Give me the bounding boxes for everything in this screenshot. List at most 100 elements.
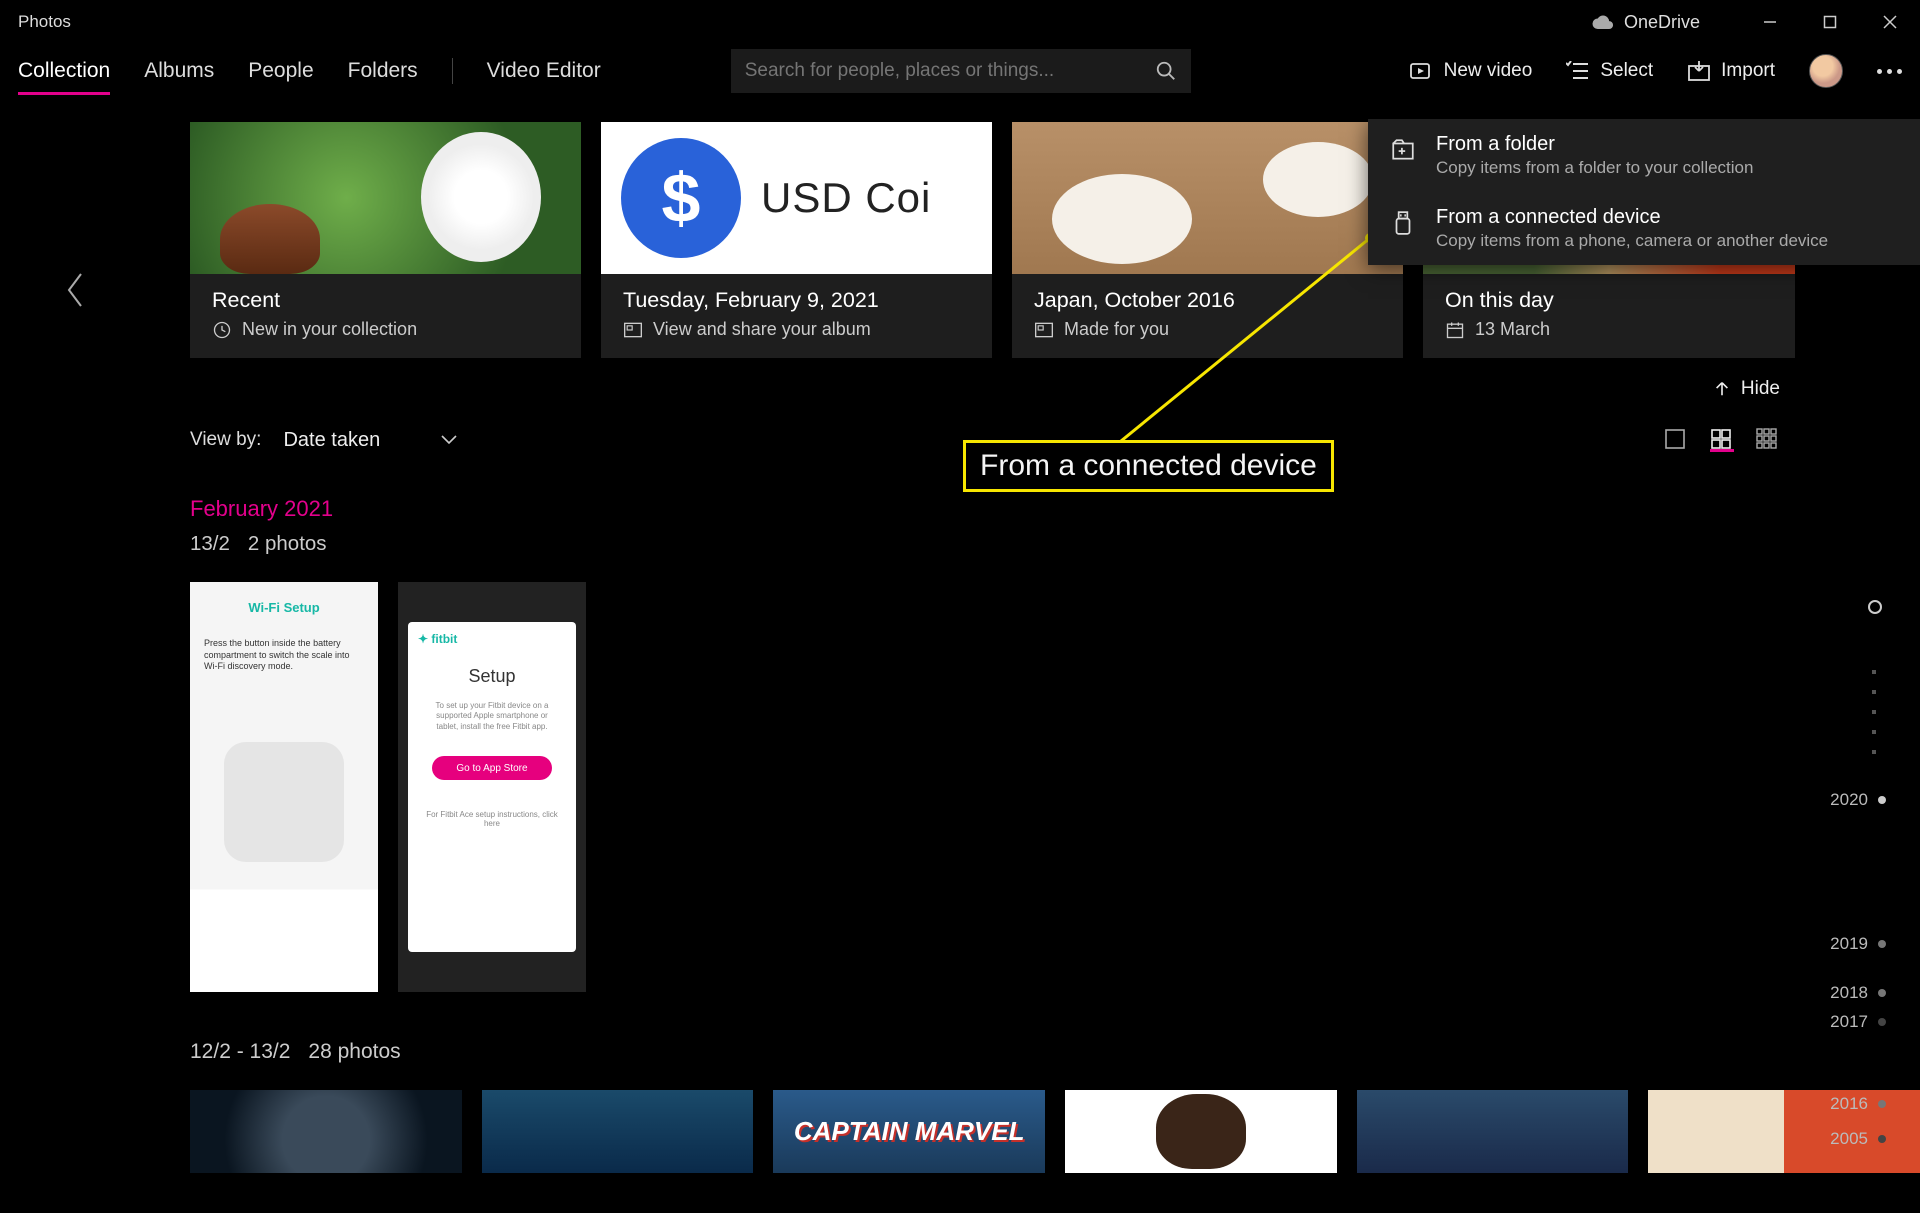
timeline-year[interactable]: 2005 <box>1830 1129 1886 1149</box>
timeline-year[interactable]: 2017 <box>1830 1012 1886 1032</box>
photo-thumbnail[interactable] <box>482 1090 754 1173</box>
user-avatar[interactable] <box>1809 54 1843 88</box>
card-subtitle: View and share your album <box>653 319 871 340</box>
timeline-year[interactable]: 2018 <box>1830 983 1886 1003</box>
select-icon <box>1566 61 1590 81</box>
timeline-ticks <box>1872 670 1876 754</box>
import-button[interactable]: Import <box>1687 60 1775 82</box>
window-controls <box>1740 0 1920 44</box>
thumb-content: To set up your Fitbit device on a suppor… <box>418 701 566 732</box>
hide-row: Hide <box>0 358 1920 400</box>
filter-row: View by: Date taken <box>0 400 1920 452</box>
new-video-button[interactable]: New video <box>1410 60 1533 82</box>
card-image <box>1012 122 1403 274</box>
card-subtitle: 13 March <box>1475 319 1550 340</box>
photo-thumbnail[interactable] <box>190 1090 462 1173</box>
card-title: Recent <box>212 288 561 313</box>
hide-button[interactable]: Hide <box>1713 378 1780 400</box>
hide-label: Hide <box>1741 378 1780 400</box>
import-label: Import <box>1721 60 1775 82</box>
card-title: Tuesday, February 9, 2021 <box>623 288 972 313</box>
thumb-content: Setup <box>418 666 566 687</box>
thumb-content: Press the button inside the battery comp… <box>204 638 364 673</box>
photo-thumbnail[interactable]: ✦ fitbit Setup To set up your Fitbit dev… <box>398 582 586 992</box>
group-count: 2 photos <box>248 532 327 555</box>
photo-thumbnail[interactable] <box>1357 1090 1629 1173</box>
card-title: Japan, October 2016 <box>1034 288 1383 313</box>
view-single-icon[interactable] <box>1664 428 1688 452</box>
card-subtitle: Made for you <box>1064 319 1169 340</box>
card-image: $USD Coi <box>601 122 992 274</box>
chevron-left-icon <box>65 272 85 308</box>
tab-people[interactable]: People <box>248 55 313 87</box>
search-input[interactable] <box>745 60 1155 82</box>
carousel-prev-button[interactable] <box>40 250 110 330</box>
annotation-callout: From a connected device <box>963 440 1334 492</box>
titlebar: Photos OneDrive <box>0 0 1920 44</box>
album-icon <box>623 321 643 339</box>
search-box[interactable] <box>731 49 1191 93</box>
select-label: Select <box>1600 60 1653 82</box>
onedrive-button[interactable]: OneDrive <box>1592 12 1700 33</box>
month-title[interactable]: February 2021 <box>190 496 1920 522</box>
photo-thumbnail[interactable] <box>1065 1090 1337 1173</box>
view-grid-small-icon[interactable] <box>1756 428 1780 452</box>
clock-icon <box>212 320 232 340</box>
folder-add-icon <box>1390 137 1416 163</box>
video-icon <box>1410 60 1434 82</box>
tab-folders[interactable]: Folders <box>348 55 418 87</box>
timeline-handle[interactable] <box>1868 600 1882 614</box>
menu-item-title: From a connected device <box>1436 206 1828 229</box>
group-count: 28 photos <box>308 1040 400 1063</box>
timeline-year[interactable]: 2020 <box>1830 790 1886 810</box>
viewby-label: View by: <box>190 429 261 451</box>
card-recent[interactable]: Recent New in your collection <box>190 122 581 358</box>
album-icon <box>1034 321 1054 339</box>
thumb-content: For Fitbit Ace setup instructions, click… <box>418 810 566 828</box>
menu-item-title: From a folder <box>1436 133 1753 156</box>
timeline-year[interactable]: 2019 <box>1830 934 1886 954</box>
thumb-content: Go to App Store <box>432 756 552 780</box>
search-icon <box>1155 60 1177 82</box>
viewby-dropdown[interactable]: Date taken <box>283 429 458 452</box>
card-title: On this day <box>1445 288 1775 313</box>
card-album-2[interactable]: Japan, October 2016 Made for you <box>1012 122 1403 358</box>
thumb-content: Wi-Fi Setup <box>190 600 378 615</box>
import-from-device[interactable]: From a connected device Copy items from … <box>1368 192 1920 265</box>
menu-item-desc: Copy items from a phone, camera or anoth… <box>1436 231 1828 251</box>
tab-separator <box>452 58 453 84</box>
import-from-folder[interactable]: From a folder Copy items from a folder t… <box>1368 119 1920 192</box>
onedrive-label: OneDrive <box>1624 12 1700 33</box>
thumb-content: ✦ fitbit <box>418 632 566 646</box>
group-subheader: 12/2 - 13/2 28 photos <box>190 1040 1920 1064</box>
photo-thumbnail[interactable]: CAPTAIN MARVEL <box>773 1090 1045 1173</box>
card-album-1[interactable]: $USD Coi Tuesday, February 9, 2021 View … <box>601 122 992 358</box>
chevron-down-icon <box>440 434 458 446</box>
new-video-label: New video <box>1444 60 1533 82</box>
menu-item-desc: Copy items from a folder to your collect… <box>1436 158 1753 178</box>
view-grid-medium-icon[interactable] <box>1710 428 1734 452</box>
tab-albums[interactable]: Albums <box>144 55 214 87</box>
group-date-range: 12/2 - 13/2 <box>190 1040 290 1063</box>
close-button[interactable] <box>1860 0 1920 44</box>
tab-video-editor[interactable]: Video Editor <box>487 55 601 87</box>
import-menu: From a folder Copy items from a folder t… <box>1368 119 1920 265</box>
timeline-scrubber[interactable]: 2020 2019 2018 2017 2016 2005 <box>1820 600 1900 1193</box>
tab-collection[interactable]: Collection <box>18 55 110 87</box>
card-image <box>190 122 581 274</box>
minimize-button[interactable] <box>1740 0 1800 44</box>
import-icon <box>1687 60 1711 82</box>
more-button[interactable] <box>1877 69 1902 74</box>
month-subheader: 13/22 photos <box>190 532 1920 556</box>
thumb-content <box>224 742 344 862</box>
calendar-icon <box>1445 320 1465 340</box>
photo-thumbnails: CAPTAIN MARVEL <box>190 1090 1920 1173</box>
top-navigation: Collection Albums People Folders Video E… <box>0 44 1920 98</box>
arrow-up-icon <box>1713 380 1731 398</box>
select-button[interactable]: Select <box>1566 60 1653 82</box>
maximize-button[interactable] <box>1800 0 1860 44</box>
usb-device-icon <box>1390 210 1416 236</box>
timeline-year[interactable]: 2016 <box>1830 1094 1886 1114</box>
photo-thumbnail[interactable]: Wi-Fi Setup Press the button inside the … <box>190 582 378 992</box>
app-title: Photos <box>18 12 71 32</box>
